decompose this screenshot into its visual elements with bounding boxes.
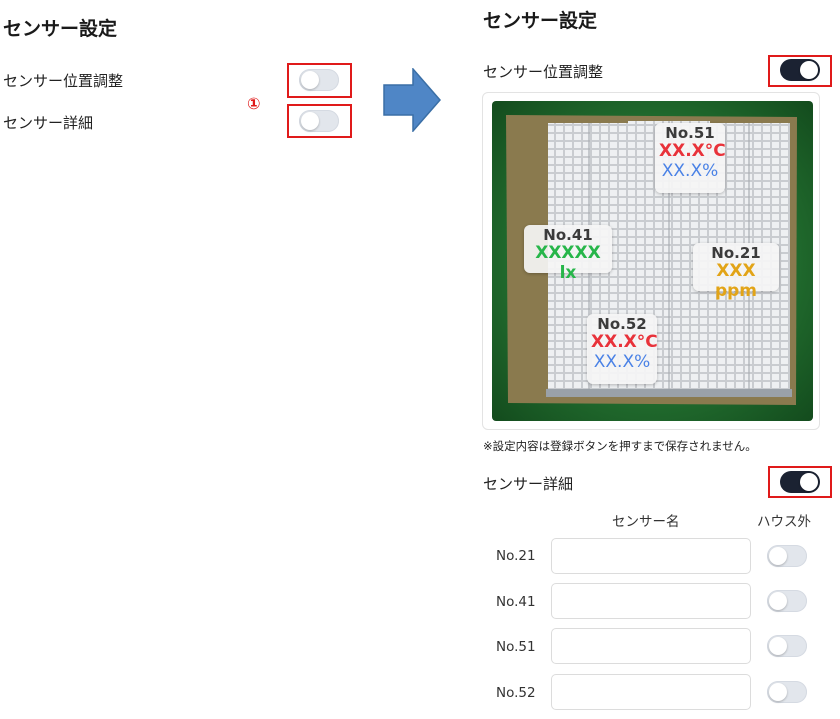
right-position-label: センサー位置調整: [483, 63, 604, 81]
sensor-number: No.21: [711, 244, 761, 262]
left-page-title: センサー設定: [3, 18, 118, 40]
sensor-temperature: XX.X°C: [591, 332, 658, 353]
row-label: No.52: [496, 685, 536, 701]
sensor-name-input-no41[interactable]: [551, 583, 751, 619]
right-page-title: センサー設定: [483, 10, 598, 32]
outside-toggle-no52[interactable]: [767, 681, 807, 703]
sensor-humidity: XX.X%: [661, 160, 719, 181]
right-detail-label: センサー詳細: [483, 475, 574, 493]
sensor-name-input-no21[interactable]: [551, 538, 751, 574]
left-detail-toggle[interactable]: [299, 110, 339, 132]
column-header-outside: ハウス外: [757, 514, 811, 530]
right-detail-toggle[interactable]: [780, 471, 820, 493]
outside-toggle-no21[interactable]: [767, 545, 807, 567]
outside-toggle-no41[interactable]: [767, 590, 807, 612]
sensor-temperature: XX.X°C: [659, 141, 726, 162]
sensor-tag-no41[interactable]: No.41 XXXXX lx: [524, 225, 612, 283]
right-position-toggle[interactable]: [780, 59, 820, 81]
greenhouse-map[interactable]: No.51 XX.X°C XX.X% No.41 XXXXX lx No.21 …: [492, 101, 813, 421]
sensor-tag-no51[interactable]: No.51 XX.X°C XX.X%: [655, 123, 726, 193]
step-marker: ①: [247, 94, 261, 113]
sensor-tag-no21[interactable]: No.21 XXX ppm: [693, 243, 779, 301]
sensor-name-input-no52[interactable]: [551, 674, 751, 710]
sensor-light: XXXXX lx: [535, 243, 601, 283]
sensor-number: No.51: [665, 124, 715, 142]
row-label: No.21: [496, 548, 536, 564]
outside-toggle-no51[interactable]: [767, 635, 807, 657]
row-label: No.41: [496, 594, 536, 610]
sensor-map-card: No.51 XX.X°C XX.X% No.41 XXXXX lx No.21 …: [482, 92, 820, 430]
left-position-toggle[interactable]: [299, 69, 339, 91]
right-arrow-icon: [383, 68, 441, 132]
sensor-name-input-no51[interactable]: [551, 628, 751, 664]
left-detail-label: センサー詳細: [3, 114, 94, 132]
sensor-tag-no52[interactable]: No.52 XX.X°C XX.X%: [587, 314, 658, 384]
sensor-humidity: XX.X%: [593, 351, 651, 372]
row-label: No.51: [496, 639, 536, 655]
left-position-label: センサー位置調整: [3, 72, 124, 90]
sensor-number: No.41: [543, 226, 593, 244]
save-note: ※設定内容は登録ボタンを押すまで保存されません。: [483, 439, 757, 453]
column-header-sensor-name: センサー名: [612, 514, 680, 530]
sensor-number: No.52: [597, 315, 647, 333]
sensor-co2: XXX ppm: [714, 261, 758, 301]
